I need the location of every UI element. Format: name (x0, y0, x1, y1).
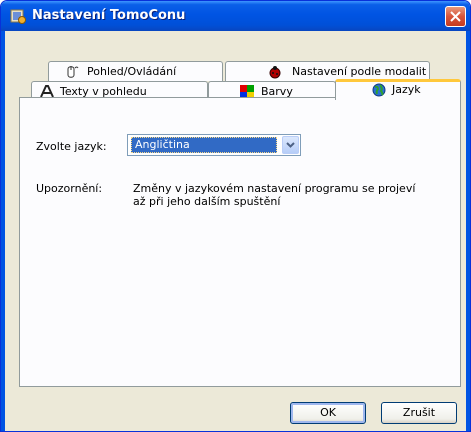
cancel-button[interactable]: Zrušit (381, 402, 457, 424)
tab-label: Pohled/Ovládání (87, 65, 177, 78)
title-bar[interactable]: Nastavení TomoConu (1, 1, 470, 31)
language-select[interactable]: Angličtina (127, 134, 301, 156)
tab-nastaveni-modalit[interactable]: Nastavení podle modalit (225, 61, 430, 81)
window-frame-left (1, 31, 5, 431)
tab-pohled-ovladani[interactable]: Pohled/Ovládání (48, 61, 223, 81)
ladybug-icon (269, 66, 281, 79)
notice-label: Upozornění: (36, 182, 103, 195)
tab-label: Jazyk (392, 83, 421, 96)
language-label: Zvolte jazyk: (36, 140, 107, 153)
window-title: Nastavení TomoConu (32, 8, 186, 23)
close-button[interactable] (445, 6, 466, 27)
notice-text: Změny v jazykovém nastavení programu se … (133, 182, 433, 208)
globe-icon (372, 83, 386, 97)
chevron-down-icon (286, 142, 295, 148)
notice-text-line: Změny v jazykovém nastavení programu se … (133, 182, 416, 195)
app-icon (10, 9, 26, 24)
tab-label: Nastavení podle modalit (292, 65, 427, 78)
mouse-icon (67, 66, 79, 78)
close-icon (450, 11, 461, 22)
ok-button[interactable]: OK (290, 402, 366, 424)
notice-text-line: až při jeho dalším spuštění (133, 195, 281, 208)
language-selected-value: Angličtina (131, 137, 277, 153)
tab-jazyk[interactable]: Jazyk (335, 79, 461, 100)
window-frame-right (466, 31, 470, 431)
settings-dialog: Nastavení TomoConu Pohled/Ovládání Nasta… (0, 0, 471, 432)
dropdown-button[interactable] (282, 136, 299, 154)
